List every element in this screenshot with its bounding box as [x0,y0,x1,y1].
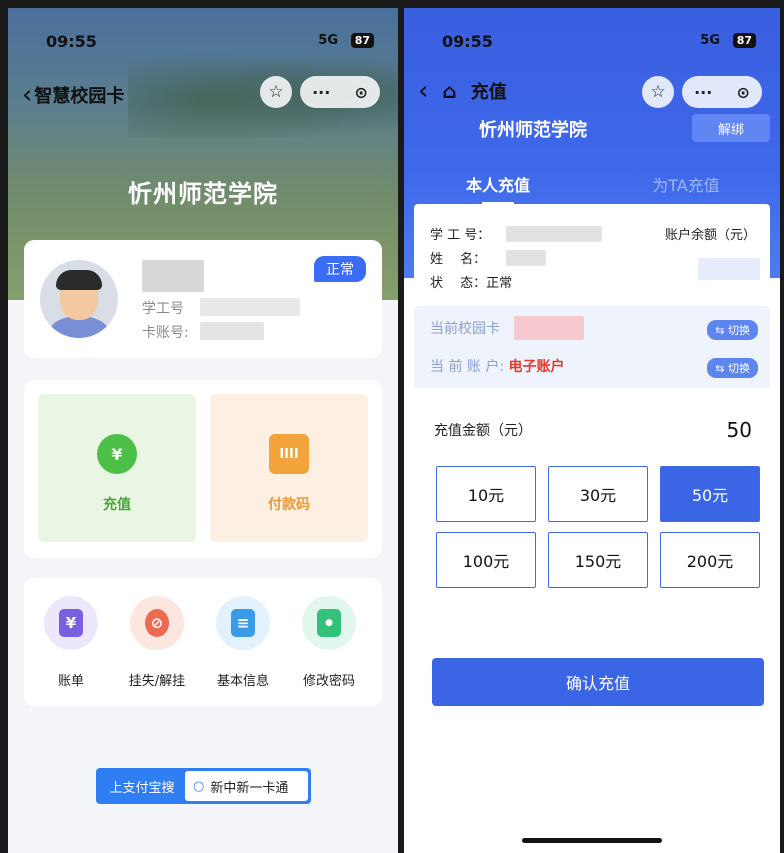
left-phone-screen: 09:55 5G 87 ‹ 智慧校园卡 ☆ ··· ⊙ 忻州师范学院 学工号 卡… [8,8,398,853]
status-label: 状 态：正常 [430,276,513,291]
bill-icon: ¥ [59,609,83,637]
payment-code-tile[interactable]: IIII 付款码 [210,394,368,542]
recharge-tabs: 本人充值 为TA充值 [404,160,780,200]
switch-label: 切换 [728,324,750,337]
battery-indicator: 87 [350,33,374,48]
blurred-student-id [506,226,602,242]
star-icon[interactable]: ☆ [642,76,674,108]
balance-label: 账户余额（元） [664,228,756,243]
nav-title: 智慧校园卡 [34,86,125,107]
tab-recharge-for-others[interactable]: 为TA充值 [592,160,780,200]
current-account-label: 当 前 账 户: [430,359,505,375]
student-id-label: 学 工 号： [430,228,491,243]
menu-item-change-password[interactable]: ● 修改密码 [286,596,372,689]
blurred-card-account [200,322,264,340]
link-icon: ⊘ [145,609,169,637]
unbind-button[interactable]: 解绑 [692,114,770,142]
amount-value: 50 [726,418,752,442]
menu-item-label: 基本信息 [216,674,269,689]
mini-program-capsule: ☆ ··· ⊙ [642,76,762,108]
student-id-label: 学工号 [142,301,184,317]
switch-account-button[interactable]: ⇆ 切换 [707,358,758,378]
chevron-left-icon: ‹ [22,80,33,110]
swap-icon: ⇆ [715,324,725,337]
amount-option-10[interactable]: 10元 [436,466,536,522]
home-icon[interactable]: ⌂ [442,79,456,103]
amount-option-30[interactable]: 30元 [548,466,648,522]
amount-option-200[interactable]: 200元 [660,532,760,588]
alipay-search-box: ○ 新中新一卡通 [185,771,308,801]
account-info-card: 学 工 号： 姓 名： 状 态：正常 账户余额（元） [414,204,770,298]
right-phone-screen: 09:55 5G 87 ‹ ⌂ 充值 ☆ ··· ⊙ 忻州师范学院 解绑 本人充… [404,8,780,853]
battery-indicator: 87 [732,33,756,48]
account-switch-panel: 当前校园卡 ⇆ 切换 当 前 账 户: 电子账户 ⇆ 切换 [414,306,770,388]
menu-item-label: 挂失/解挂 [128,674,186,689]
status-time: 09:55 [442,32,493,51]
more-icon[interactable]: ··· [694,83,712,102]
mini-program-capsule: ☆ ··· ⊙ [260,76,380,108]
info-doc-icon: ≡ [231,609,255,637]
nav-bar: ‹ ⌂ 充值 [418,76,507,106]
capsule-menu: ··· ⊙ [682,76,762,108]
blurred-balance [698,258,760,280]
card-account-label: 卡账号: [142,325,189,341]
blurred-student-id [200,298,300,316]
amount-option-50[interactable]: 50元 [660,466,760,522]
search-icon: ○ [193,778,205,794]
barcode-icon: IIII [269,434,309,474]
menu-item-label: 账单 [57,674,84,689]
status-badge: 正常 [314,256,366,282]
menu-item-loss-report[interactable]: ⊘ 挂失/解挂 [114,596,200,689]
switch-card-button[interactable]: ⇆ 切换 [707,320,758,340]
amount-selection-card: 充值金额（元） 50 10元 30元 50元 100元 150元 200元 [414,402,770,598]
blurred-name [506,250,546,266]
close-target-icon[interactable]: ⊙ [736,83,749,102]
menu-item-basic-info[interactable]: ≡ 基本信息 [200,596,286,689]
home-indicator[interactable] [522,838,662,843]
avatar [40,260,118,338]
alipay-search-banner[interactable]: 上支付宝搜 ○ 新中新一卡通 [96,768,311,804]
alipay-prefix: 上支付宝搜 [109,780,175,796]
capsule-menu: ··· ⊙ [300,76,380,108]
signal-indicator: 5G [318,33,338,48]
lock-icon: ● [317,609,341,637]
service-menu: ¥ 账单 ⊘ 挂失/解挂 ≡ 基本信息 ● 修改密码 [24,578,382,706]
current-account-row: 当 前 账 户: 电子账户 [430,356,565,376]
switch-label: 切换 [728,362,750,375]
status-bar: 09:55 5G 87 [404,30,780,56]
swap-icon: ⇆ [715,362,725,375]
chevron-left-icon[interactable]: ‹ [418,76,428,106]
school-title: 忻州师范学院 [128,180,278,208]
tab-self-recharge[interactable]: 本人充值 [404,160,592,200]
close-target-icon[interactable]: ⊙ [354,83,367,102]
amount-option-150[interactable]: 150元 [548,532,648,588]
nav-back-button[interactable]: ‹ 智慧校园卡 [22,80,124,110]
action-card: ¥ 充值 IIII 付款码 [24,380,382,558]
name-label: 姓 名： [430,252,487,267]
blurred-card-number [514,316,584,340]
amount-label: 充值金额（元） [434,423,532,439]
yen-bubble-icon: ¥ [97,434,137,474]
confirm-recharge-button[interactable]: 确认充值 [432,658,764,706]
recharge-tile[interactable]: ¥ 充值 [38,394,196,542]
current-card-label: 当前校园卡 [430,321,500,337]
menu-item-bill[interactable]: ¥ 账单 [28,596,114,689]
status-bar: 09:55 5G 87 [8,30,398,56]
more-icon[interactable]: ··· [312,83,330,102]
user-card: 学工号 卡账号: 正常 [24,240,382,358]
status-time: 09:55 [46,32,97,51]
alipay-keyword: 新中新一卡通 [210,780,289,796]
current-account-value: 电子账户 [508,359,565,375]
star-icon[interactable]: ☆ [260,76,292,108]
payment-code-label: 付款码 [268,497,310,513]
school-name: 忻州师范学院 [479,120,587,141]
amount-option-100[interactable]: 100元 [436,532,536,588]
blurred-name [142,260,204,292]
menu-item-label: 修改密码 [302,674,355,689]
recharge-label: 充值 [103,497,131,513]
nav-title: 充值 [470,82,507,103]
signal-indicator: 5G [700,33,720,48]
